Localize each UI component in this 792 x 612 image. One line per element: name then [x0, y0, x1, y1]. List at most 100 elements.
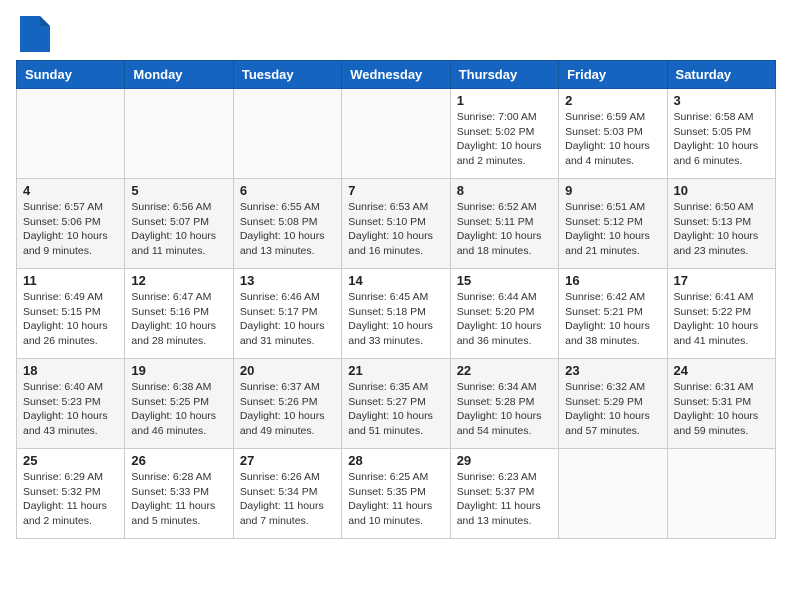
calendar-cell [559, 449, 667, 539]
weekday-header: Friday [559, 61, 667, 89]
calendar-cell: 27Sunrise: 6:26 AM Sunset: 5:34 PM Dayli… [233, 449, 341, 539]
calendar-cell: 23 Sunrise: 6:32 AM Sunset: 5:29 PM Dayli… [559, 359, 667, 449]
calendar-table: SundayMondayTuesdayWednesdayThursdayFrid… [16, 60, 776, 539]
day-number: 26 [131, 453, 226, 468]
day-number: 15 [457, 273, 552, 288]
day-info: Sunrise: 6:56 AM Sunset: 5:07 PM Dayligh… [131, 200, 226, 259]
day-info: Sunrise: 6:31 AM Sunset: 5:31 PM Dayligh… [674, 380, 769, 439]
day-number: 4 [23, 183, 118, 198]
calendar-cell: 22 Sunrise: 6:34 AM Sunset: 5:28 PM Dayli… [450, 359, 558, 449]
day-number: 24 [674, 363, 769, 378]
calendar-cell [17, 89, 125, 179]
day-number: 3 [674, 93, 769, 108]
day-number: 1 [457, 93, 552, 108]
day-info: Sunrise: 6:47 AM Sunset: 5:16 PM Dayligh… [131, 290, 226, 349]
day-info: Sunrise: 6:44 AM Sunset: 5:20 PM Dayligh… [457, 290, 552, 349]
day-info: Sunrise: 6:42 AM Sunset: 5:21 PM Dayligh… [565, 290, 660, 349]
header [16, 16, 776, 52]
day-number: 5 [131, 183, 226, 198]
calendar-cell: 4 Sunrise: 6:57 AM Sunset: 5:06 PM Daylig… [17, 179, 125, 269]
calendar-week-row: 18 Sunrise: 6:40 AM Sunset: 5:23 PM Dayli… [17, 359, 776, 449]
calendar-cell: 18 Sunrise: 6:40 AM Sunset: 5:23 PM Dayli… [17, 359, 125, 449]
day-info: Sunrise: 6:29 AM Sunset: 5:32 PM Dayligh… [23, 470, 118, 529]
calendar-cell [667, 449, 775, 539]
day-info: Sunrise: 6:53 AM Sunset: 5:10 PM Dayligh… [348, 200, 443, 259]
calendar-cell: 5 Sunrise: 6:56 AM Sunset: 5:07 PM Daylig… [125, 179, 233, 269]
calendar-cell [342, 89, 450, 179]
day-info: Sunrise: 6:34 AM Sunset: 5:28 PM Dayligh… [457, 380, 552, 439]
calendar-cell: 26 Sunrise: 6:28 AM Sunset: 5:33 PM Dayli… [125, 449, 233, 539]
calendar-cell: 14Sunrise: 6:45 AM Sunset: 5:18 PM Dayli… [342, 269, 450, 359]
logo-icon [20, 16, 50, 52]
calendar-week-row: 4 Sunrise: 6:57 AM Sunset: 5:06 PM Daylig… [17, 179, 776, 269]
calendar-cell: 28 Sunrise: 6:25 AM Sunset: 5:35 PM Dayli… [342, 449, 450, 539]
day-info: Sunrise: 6:23 AM Sunset: 5:37 PM Dayligh… [457, 470, 552, 529]
day-info: Sunrise: 6:57 AM Sunset: 5:06 PM Dayligh… [23, 200, 118, 259]
day-number: 12 [131, 273, 226, 288]
calendar-cell [125, 89, 233, 179]
day-info: Sunrise: 6:55 AM Sunset: 5:08 PM Dayligh… [240, 200, 335, 259]
day-number: 27 [240, 453, 335, 468]
day-number: 2 [565, 93, 660, 108]
day-number: 7 [348, 183, 443, 198]
calendar-cell: 16 Sunrise: 6:42 AM Sunset: 5:21 PM Dayli… [559, 269, 667, 359]
day-number: 29 [457, 453, 552, 468]
weekday-header: Saturday [667, 61, 775, 89]
logo [16, 16, 50, 52]
calendar-cell: 1 Sunrise: 7:00 AM Sunset: 5:02 PM Daylig… [450, 89, 558, 179]
day-info: Sunrise: 6:46 AM Sunset: 5:17 PM Dayligh… [240, 290, 335, 349]
calendar-cell [233, 89, 341, 179]
day-number: 11 [23, 273, 118, 288]
day-info: Sunrise: 6:35 AM Sunset: 5:27 PM Dayligh… [348, 380, 443, 439]
day-number: 20 [240, 363, 335, 378]
day-number: 28 [348, 453, 443, 468]
day-number: 16 [565, 273, 660, 288]
calendar-cell: 6 Sunrise: 6:55 AM Sunset: 5:08 PM Daylig… [233, 179, 341, 269]
calendar-cell: 8Sunrise: 6:52 AM Sunset: 5:11 PM Daylig… [450, 179, 558, 269]
day-info: Sunrise: 6:52 AM Sunset: 5:11 PM Dayligh… [457, 200, 552, 259]
day-number: 10 [674, 183, 769, 198]
calendar-cell: 13Sunrise: 6:46 AM Sunset: 5:17 PM Dayli… [233, 269, 341, 359]
calendar-week-row: 11 Sunrise: 6:49 AM Sunset: 5:15 PM Dayli… [17, 269, 776, 359]
weekday-header: Wednesday [342, 61, 450, 89]
day-info: Sunrise: 6:59 AM Sunset: 5:03 PM Dayligh… [565, 110, 660, 169]
day-info: Sunrise: 6:37 AM Sunset: 5:26 PM Dayligh… [240, 380, 335, 439]
weekday-header: Tuesday [233, 61, 341, 89]
calendar-cell: 25 Sunrise: 6:29 AM Sunset: 5:32 PM Dayli… [17, 449, 125, 539]
day-info: Sunrise: 6:58 AM Sunset: 5:05 PM Dayligh… [674, 110, 769, 169]
day-info: Sunrise: 6:49 AM Sunset: 5:15 PM Dayligh… [23, 290, 118, 349]
weekday-header: Thursday [450, 61, 558, 89]
calendar-cell: 29 Sunrise: 6:23 AM Sunset: 5:37 PM Dayli… [450, 449, 558, 539]
day-info: Sunrise: 6:32 AM Sunset: 5:29 PM Dayligh… [565, 380, 660, 439]
calendar-cell: 17 Sunrise: 6:41 AM Sunset: 5:22 PM Dayli… [667, 269, 775, 359]
calendar-cell: 7 Sunrise: 6:53 AM Sunset: 5:10 PM Daylig… [342, 179, 450, 269]
day-number: 23 [565, 363, 660, 378]
calendar-cell: 19Sunrise: 6:38 AM Sunset: 5:25 PM Dayli… [125, 359, 233, 449]
calendar-cell: 2 Sunrise: 6:59 AM Sunset: 5:03 PM Daylig… [559, 89, 667, 179]
calendar-cell: 12 Sunrise: 6:47 AM Sunset: 5:16 PM Dayli… [125, 269, 233, 359]
day-number: 25 [23, 453, 118, 468]
day-number: 21 [348, 363, 443, 378]
calendar-cell: 15 Sunrise: 6:44 AM Sunset: 5:20 PM Dayli… [450, 269, 558, 359]
calendar-cell: 11 Sunrise: 6:49 AM Sunset: 5:15 PM Dayli… [17, 269, 125, 359]
weekday-header: Sunday [17, 61, 125, 89]
header-row: SundayMondayTuesdayWednesdayThursdayFrid… [17, 61, 776, 89]
weekday-header: Monday [125, 61, 233, 89]
day-info: Sunrise: 6:28 AM Sunset: 5:33 PM Dayligh… [131, 470, 226, 529]
day-number: 9 [565, 183, 660, 198]
day-number: 17 [674, 273, 769, 288]
day-info: Sunrise: 7:00 AM Sunset: 5:02 PM Dayligh… [457, 110, 552, 169]
day-number: 6 [240, 183, 335, 198]
calendar-week-row: 25 Sunrise: 6:29 AM Sunset: 5:32 PM Dayli… [17, 449, 776, 539]
day-info: Sunrise: 6:50 AM Sunset: 5:13 PM Dayligh… [674, 200, 769, 259]
day-number: 18 [23, 363, 118, 378]
day-number: 22 [457, 363, 552, 378]
calendar-cell: 3 Sunrise: 6:58 AM Sunset: 5:05 PM Daylig… [667, 89, 775, 179]
day-info: Sunrise: 6:45 AM Sunset: 5:18 PM Dayligh… [348, 290, 443, 349]
day-info: Sunrise: 6:25 AM Sunset: 5:35 PM Dayligh… [348, 470, 443, 529]
calendar-header: SundayMondayTuesdayWednesdayThursdayFrid… [17, 61, 776, 89]
calendar-cell: 10 Sunrise: 6:50 AM Sunset: 5:13 PM Dayli… [667, 179, 775, 269]
day-info: Sunrise: 6:41 AM Sunset: 5:22 PM Dayligh… [674, 290, 769, 349]
day-info: Sunrise: 6:40 AM Sunset: 5:23 PM Dayligh… [23, 380, 118, 439]
day-number: 19 [131, 363, 226, 378]
